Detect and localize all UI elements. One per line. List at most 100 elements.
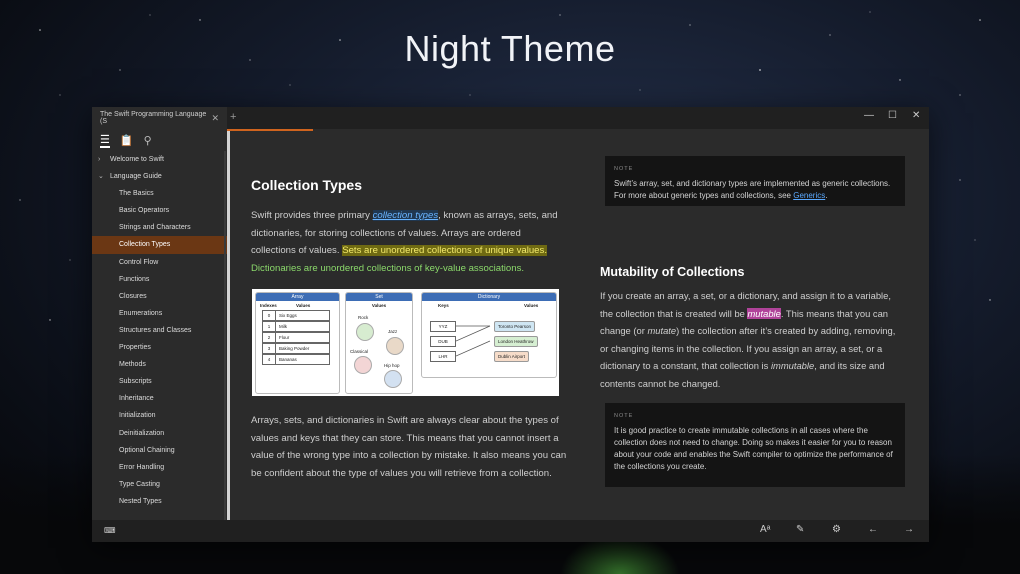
sidebar-item-label: The Basics xyxy=(119,190,154,198)
array-index: 4 xyxy=(262,354,276,365)
sidebar-item[interactable]: Collection Types xyxy=(92,236,227,254)
table-of-contents-icon[interactable]: ☰ xyxy=(100,133,110,148)
sidebar-item[interactable]: Initialization xyxy=(92,407,227,424)
dict-arrows xyxy=(456,325,491,357)
array-row: 1 Milk xyxy=(256,321,339,332)
set-item: Rock xyxy=(358,315,369,320)
sidebar-item[interactable]: Closures xyxy=(92,288,227,305)
array-row: 2 Flour xyxy=(256,332,339,343)
paragraph-intro: Swift provides three primary collection … xyxy=(251,207,561,277)
sidebar-item-label: Deinitialization xyxy=(119,429,165,437)
emphasis-mutate: mutate xyxy=(647,325,677,337)
bookmarks-icon[interactable]: 📋 xyxy=(120,134,134,147)
highlight-icon[interactable]: ✎ xyxy=(796,524,804,535)
dict-col-values: Values xyxy=(524,303,539,308)
dictionary-col-headers: Keys Values xyxy=(422,301,556,310)
highlight-sets: Sets are unordered collections of unique… xyxy=(342,245,547,257)
array-col-indexes: Indexes xyxy=(260,303,277,308)
sidebar-item[interactable]: Basic Operators xyxy=(92,202,227,219)
sidebar-item[interactable]: › Welcome to Swift xyxy=(92,151,227,168)
link-collection-types[interactable]: collection types xyxy=(372,210,439,221)
sidebar-item[interactable]: Control Flow xyxy=(92,254,227,271)
back-arrow-icon[interactable]: ← xyxy=(868,524,878,535)
title-bar: The Swift Programming Language (S ✕ + — … xyxy=(92,107,929,129)
array-index: 0 xyxy=(262,310,276,321)
sidebar-item-label: Structures and Classes xyxy=(119,326,192,334)
array-index: 1 xyxy=(262,321,276,332)
sidebar-item[interactable]: Enumerations xyxy=(92,305,227,322)
sidebar-item-label: Initialization xyxy=(119,412,156,420)
hero-title: Night Theme xyxy=(404,28,616,69)
dict-value: London Heathrow xyxy=(494,336,538,347)
keyboard-icon[interactable]: ⌨ xyxy=(104,526,116,535)
dict-col-keys: Keys xyxy=(438,303,449,308)
array-value: Baking Powder xyxy=(276,343,330,354)
sidebar-item[interactable]: Nested Types xyxy=(92,493,227,510)
sidebar-toolbar: ☰ 📋 ⚲ xyxy=(92,129,227,151)
read-aloud-icon[interactable]: A͏ᵃ xyxy=(760,524,770,535)
link-generics[interactable]: Generics xyxy=(793,191,825,200)
sidebar: ☰ 📋 ⚲ › Welcome to Swift ⌄ Language Guide Th… xyxy=(92,129,227,521)
dictionary-panel: Dictionary Keys Values YYZ DUB LHR Toron… xyxy=(421,292,557,378)
array-col-values: Values xyxy=(296,303,311,308)
sidebar-item-label: Basic Operators xyxy=(119,207,170,215)
forward-arrow-icon[interactable]: → xyxy=(904,524,914,535)
note-immutable: NOTE It is good practice to create immut… xyxy=(605,403,905,487)
sidebar-item[interactable]: Subscripts xyxy=(92,373,227,390)
note-text-end: . xyxy=(825,191,828,200)
sidebar-item-label: Language Guide xyxy=(110,173,162,181)
set-circle xyxy=(384,370,402,388)
tab-swift-book[interactable]: The Swift Programming Language (S ✕ xyxy=(92,107,227,129)
array-value: Six Eggs xyxy=(276,310,330,321)
sidebar-item[interactable]: Properties xyxy=(92,339,227,356)
heading-mutability: Mutability of Collections xyxy=(600,265,745,279)
array-rows: 0 Six Eggs 1 Milk 2 Flour 3 Baking Powder 4 Banan… xyxy=(256,310,339,365)
tab-close-icon[interactable]: ✕ xyxy=(211,113,219,124)
dict-value: Toronto Pearson xyxy=(494,321,536,332)
maximize-icon[interactable]: ☐ xyxy=(888,110,897,121)
sidebar-item-label: Optional Chaining xyxy=(119,446,175,454)
set-item: Classical xyxy=(350,349,369,354)
set-circle xyxy=(354,356,372,374)
array-row: 3 Baking Powder xyxy=(256,343,339,354)
emphasis-immutable: immutable xyxy=(770,360,815,372)
set-col-values: Values xyxy=(371,303,387,308)
dict-key: LHR xyxy=(430,351,456,362)
sidebar-item[interactable]: Inheritance xyxy=(92,390,227,407)
chevron-icon[interactable]: › xyxy=(98,151,100,168)
sidebar-item[interactable]: Error Handling xyxy=(92,459,227,476)
sidebar-item[interactable]: ⌄ Language Guide xyxy=(92,168,227,185)
app-window: The Swift Programming Language (S ✕ + — … xyxy=(92,107,929,542)
note-generics: NOTE Swift’s array, set, and dictionary … xyxy=(605,156,905,206)
sidebar-item[interactable]: Optional Chaining xyxy=(92,442,227,459)
highlight-mutable: mutable xyxy=(747,307,781,319)
sidebar-item-label: Collection Types xyxy=(119,241,171,249)
minimize-icon[interactable]: — xyxy=(864,110,874,121)
new-tab-icon[interactable]: + xyxy=(230,111,236,123)
reading-pane: Collection Types Swift provides three pr… xyxy=(227,129,929,520)
set-circle xyxy=(386,337,404,355)
highlight-dictionaries: Dictionaries are unordered collections o… xyxy=(251,262,525,274)
sidebar-item[interactable]: Type Casting xyxy=(92,476,227,493)
heading-collection-types: Collection Types xyxy=(251,177,362,193)
content-scrollbar[interactable] xyxy=(227,129,230,520)
sidebar-scrollbar[interactable] xyxy=(224,151,226,521)
note-label: NOTE xyxy=(614,413,634,419)
paragraph-type-safety: Arrays, sets, and dictionaries in Swift … xyxy=(251,415,567,479)
sidebar-item[interactable]: Deinitialization xyxy=(92,425,227,442)
chevron-icon[interactable]: ⌄ xyxy=(98,168,104,185)
sidebar-item-label: Welcome to Swift xyxy=(110,156,164,163)
array-value: Flour xyxy=(276,332,330,343)
array-value: Bananas xyxy=(276,354,330,365)
paragraph-mutability: If you create an array, a set, or a dict… xyxy=(600,287,905,393)
settings-icon[interactable]: ⚙ xyxy=(832,524,841,535)
sidebar-item[interactable]: Structures and Classes xyxy=(92,322,227,339)
sidebar-item[interactable]: Strings and Characters xyxy=(92,219,227,236)
sidebar-item[interactable]: Methods xyxy=(92,356,227,373)
dict-key: DUB xyxy=(430,336,456,347)
sidebar-item[interactable]: The Basics xyxy=(92,185,227,202)
sidebar-item[interactable]: Functions xyxy=(92,271,227,288)
array-value: Milk xyxy=(276,321,330,332)
close-window-icon[interactable]: ✕ xyxy=(912,110,920,121)
search-icon[interactable]: ⚲ xyxy=(144,134,152,147)
